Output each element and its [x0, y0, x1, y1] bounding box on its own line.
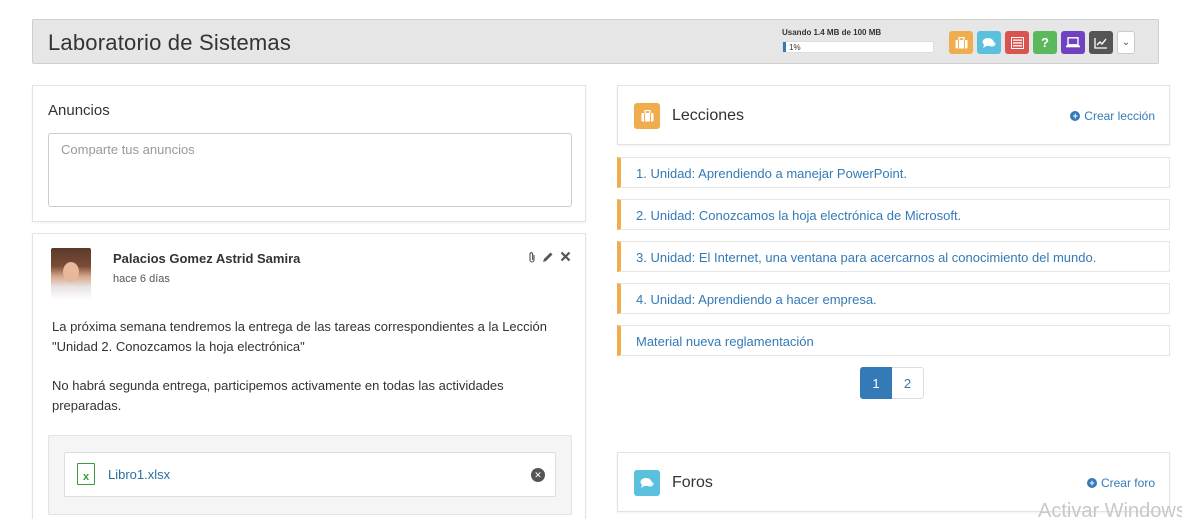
post-author[interactable]: Palacios Gomez Astrid Samira — [113, 251, 300, 266]
announcement-post: Palacios Gomez Astrid Samira hace 6 días… — [32, 233, 586, 519]
lesson-item[interactable]: 2. Unidad: Conozcamos la hoja electrónic… — [617, 199, 1170, 230]
plus-circle-icon: + — [1070, 111, 1081, 121]
chevron-down-icon[interactable]: ⌄ — [1117, 31, 1135, 54]
remove-attachment-icon[interactable]: ✕ — [531, 468, 545, 482]
comments-icon — [634, 470, 660, 496]
list-icon[interactable] — [1005, 31, 1029, 54]
announcements-title: Anuncios — [48, 102, 110, 119]
storage-usage: Usando 1.4 MB de 100 MB 1% — [782, 28, 934, 53]
storage-usage-label: Usando 1.4 MB de 100 MB — [782, 28, 882, 37]
page-2-button[interactable]: 2 — [892, 367, 924, 399]
chart-icon[interactable] — [1089, 31, 1113, 54]
plus-circle-icon: + — [1086, 478, 1097, 488]
attachments-area: x Libro1.xlsx ✕ — [48, 435, 572, 515]
lesson-item[interactable]: Material nueva reglamentación — [617, 325, 1170, 356]
briefcase-icon — [634, 103, 660, 129]
forums-title: Foros — [672, 474, 713, 491]
laptop-icon[interactable] — [1061, 31, 1085, 54]
storage-progress-bar: 1% — [782, 41, 934, 53]
post-actions — [528, 251, 571, 267]
close-icon[interactable] — [560, 251, 571, 267]
course-header: Laboratorio de Sistemas Usando 1.4 MB de… — [32, 19, 1159, 64]
lessons-title: Lecciones — [672, 107, 745, 124]
announcements-panel: Anuncios — [32, 85, 586, 222]
storage-progress-fill — [783, 42, 786, 52]
create-forum-label: Crear foro — [1100, 476, 1155, 490]
create-forum-link[interactable]: + Crear foro — [1086, 476, 1155, 490]
announcement-input[interactable] — [48, 133, 572, 207]
briefcase-icon[interactable] — [949, 31, 973, 54]
comments-icon[interactable] — [977, 31, 1001, 54]
attachment-file[interactable]: x Libro1.xlsx ✕ — [64, 452, 556, 497]
excel-file-icon: x — [77, 463, 95, 485]
lesson-item[interactable]: 3. Unidad: El Internet, una ventana para… — [617, 241, 1170, 272]
lesson-item[interactable]: 1. Unidad: Aprendiendo a manejar PowerPo… — [617, 157, 1170, 188]
toolbar-icons: ? ⌄ — [949, 31, 1135, 54]
avatar — [51, 248, 91, 300]
create-lesson-link[interactable]: + Crear lección — [1070, 109, 1155, 123]
lessons-panel: Lecciones + Crear lección — [617, 85, 1170, 145]
post-paragraph: La próxima semana tendremos la entrega d… — [52, 319, 548, 354]
course-title: Laboratorio de Sistemas — [48, 30, 292, 55]
lesson-item[interactable]: 4. Unidad: Aprendiendo a hacer empresa. — [617, 283, 1170, 314]
windows-activation-watermark: Activar Windows — [1038, 500, 1182, 519]
pencil-icon[interactable] — [542, 251, 554, 267]
post-timestamp: hace 6 días — [113, 273, 170, 285]
page-1-button[interactable]: 1 — [860, 367, 892, 399]
question-icon[interactable]: ? — [1033, 31, 1057, 54]
post-paragraph: No habrá segunda entrega, participemos a… — [52, 378, 504, 413]
lessons-pagination: 1 2 — [860, 367, 924, 399]
paperclip-icon[interactable] — [528, 251, 536, 267]
storage-percent: 1% — [789, 43, 801, 52]
create-lesson-label: Crear lección — [1084, 109, 1155, 123]
attachment-name[interactable]: Libro1.xlsx — [108, 467, 170, 482]
